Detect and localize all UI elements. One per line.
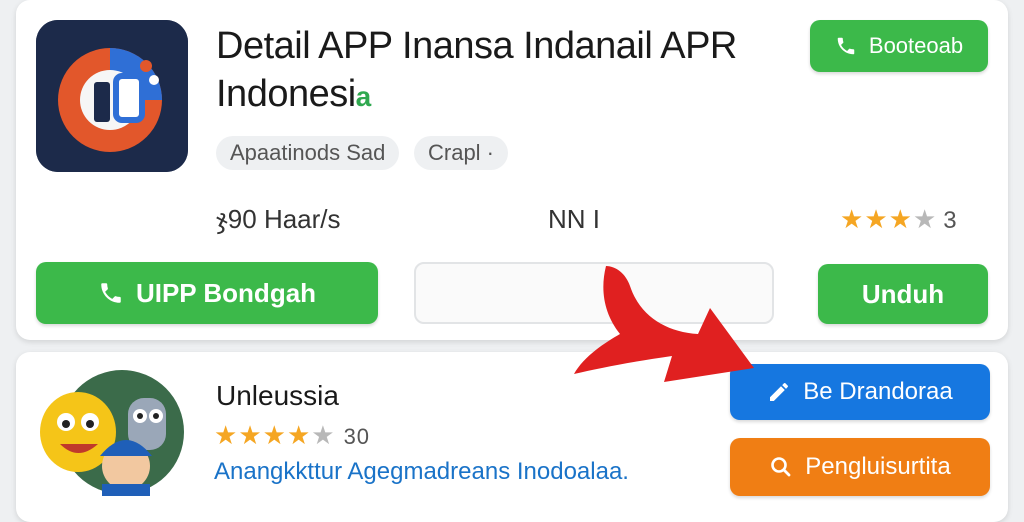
edit-button-label: Be Drandoraa (803, 378, 953, 405)
star-icon: ★ (864, 204, 889, 234)
star-icon: ★ (262, 420, 287, 450)
app-title: Detail APP Inansa Indanail APR Indonesia (216, 22, 776, 121)
star-icon: ★ (888, 204, 913, 234)
app-title-text: Detail APP Inansa Indanail APR Indonesi (216, 25, 737, 115)
phone-icon (98, 280, 124, 306)
star-icon: ★ (238, 420, 263, 450)
booking-button[interactable]: Booteoab (810, 20, 988, 72)
app-avatar-icon (36, 368, 186, 496)
phone-icon (835, 35, 857, 57)
booking-button-label: Booteoab (868, 33, 964, 58)
star-icon: ★ (311, 420, 336, 450)
search-button[interactable]: Pengluisurtita (730, 438, 990, 496)
app-title-tail: a (355, 81, 372, 112)
app-rating: ★★★★ 3 (840, 204, 958, 235)
category-chip[interactable]: Apaatinods Sad (216, 136, 400, 170)
rating-count: 30 (343, 424, 371, 449)
install-button[interactable]: UIPP Bondgah (36, 262, 378, 324)
star-icon: ★ (840, 204, 865, 234)
star-icon: ★ (214, 420, 239, 450)
install-button-label: UIPP Bondgah (135, 277, 317, 308)
tag-chip[interactable]: Crapl · (414, 136, 509, 170)
app-item-rating: ★★★★★ 30 (214, 420, 370, 451)
red-arrow-icon (574, 266, 754, 382)
app-size-text: ჯ90 Haar/s (216, 204, 341, 234)
star-icon: ★ (286, 420, 312, 450)
app-logo-icon (36, 20, 188, 172)
app-detail-card: Detail APP Inansa Indanail APR Indonesia… (16, 0, 1008, 340)
app-stat-text: NN I (548, 204, 600, 234)
download-button[interactable]: Unduh (818, 264, 988, 324)
rating-count: 3 (943, 207, 958, 234)
app-description-link[interactable]: Anangkkttur Agegmadreans Inodoalaa. (214, 458, 629, 486)
search-icon (769, 455, 793, 479)
app-name[interactable]: Unleussia (216, 380, 339, 412)
app-list-item[interactable]: Unleussia ★★★★★ 30 Anangkkttur Agegmadrea… (16, 352, 1008, 522)
star-icon: ★ (912, 204, 938, 234)
search-button-label: Pengluisurtita (805, 453, 951, 480)
